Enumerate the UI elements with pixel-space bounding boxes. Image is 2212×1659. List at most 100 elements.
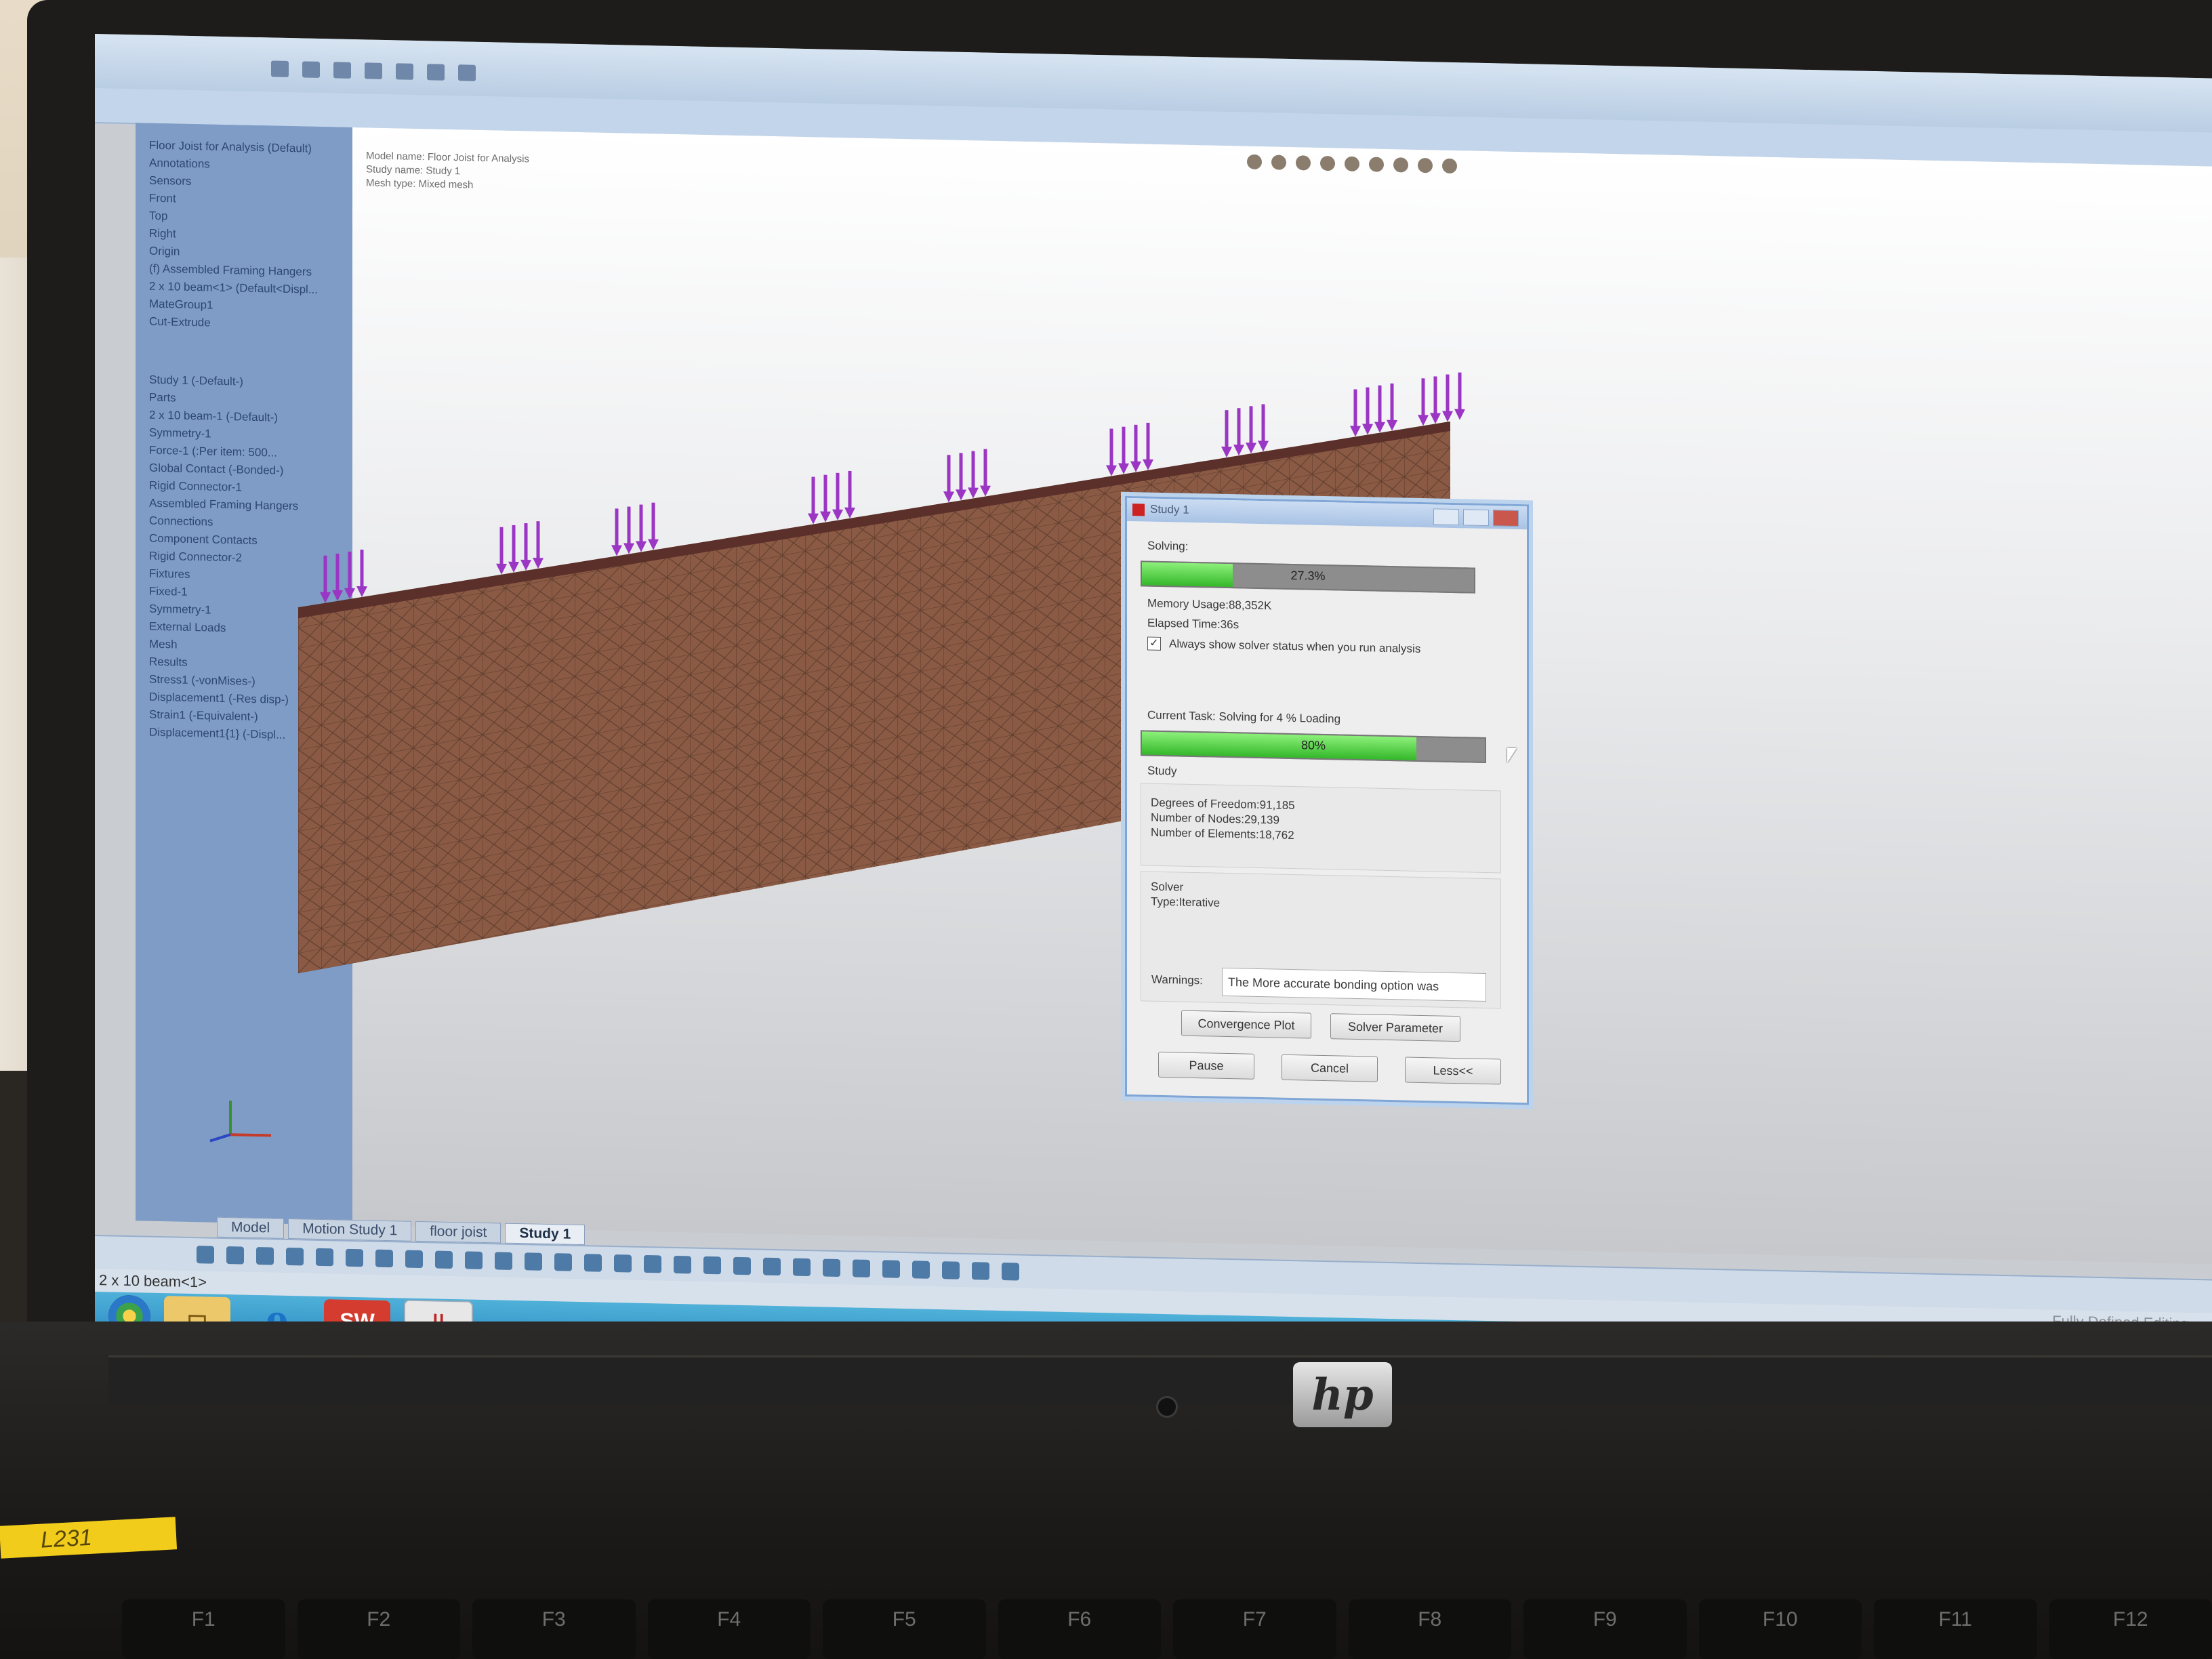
zoom-area-icon[interactable]: [1271, 155, 1286, 170]
maximize-icon[interactable]: [1463, 509, 1489, 527]
study-section-label: Study: [1147, 764, 1177, 778]
toolbar-tool-icon[interactable]: [972, 1262, 989, 1280]
open-icon[interactable]: [302, 61, 320, 78]
solver-parameter-button[interactable]: Solver Parameter: [1330, 1013, 1460, 1042]
warnings-field[interactable]: The More accurate bonding option was: [1222, 967, 1486, 1002]
degrees-of-freedom: Degrees of Freedom:91,185: [1151, 796, 1295, 813]
toolbar-tool-icon[interactable]: [346, 1248, 363, 1267]
toolbar-tool-icon[interactable]: [1002, 1263, 1019, 1281]
load-arrow-head: [1143, 459, 1153, 470]
tab-floor-joist[interactable]: floor joist: [415, 1221, 501, 1244]
display-style-icon[interactable]: [1369, 157, 1384, 172]
tab-study-1[interactable]: Study 1: [505, 1223, 586, 1246]
load-arrow-head: [1387, 419, 1397, 431]
load-arrow-head: [1362, 424, 1373, 435]
toolbar-tool-icon[interactable]: [823, 1258, 840, 1277]
toolbar-tool-icon[interactable]: [197, 1246, 214, 1264]
toolbar-tool-icon[interactable]: [465, 1251, 483, 1269]
function-key: F2: [297, 1599, 460, 1659]
function-key: F4: [647, 1599, 811, 1659]
minimize-icon[interactable]: [1433, 508, 1459, 526]
zoom-fit-icon[interactable]: [1247, 154, 1262, 170]
solving-progress-bar: 27.3%: [1141, 560, 1475, 594]
view-orientation-icon[interactable]: [1345, 156, 1359, 172]
toolbar-tool-icon[interactable]: [584, 1254, 602, 1272]
rebuild-icon[interactable]: [427, 64, 445, 81]
function-key: F8: [1348, 1599, 1511, 1659]
toolbar-tool-icon[interactable]: [405, 1250, 423, 1269]
current-task: Current Task: Solving for 4 % Loading: [1147, 708, 1341, 726]
load-arrow-head: [1418, 415, 1429, 426]
toolbar-tool-icon[interactable]: [525, 1252, 542, 1271]
toolbar-tool-icon[interactable]: [942, 1261, 960, 1279]
toolbar-tool-icon[interactable]: [853, 1259, 870, 1277]
always-show-checkbox[interactable]: ✓: [1147, 636, 1161, 651]
toolbar-tool-icon[interactable]: [614, 1254, 632, 1273]
save-icon[interactable]: [333, 62, 351, 79]
load-arrow-head: [1130, 461, 1141, 472]
hide-show-icon[interactable]: [1393, 157, 1408, 173]
less-button[interactable]: Less<<: [1405, 1057, 1501, 1085]
function-key: F11: [1874, 1599, 2037, 1659]
load-arrow-head: [808, 513, 819, 525]
toolbar-tool-icon[interactable]: [256, 1246, 274, 1265]
load-arrow-head: [820, 511, 831, 523]
webcam-led: [1156, 1396, 1178, 1418]
toolbar-tool-icon[interactable]: [435, 1250, 453, 1269]
tab-model[interactable]: Model: [217, 1216, 285, 1239]
toolbar-tool-icon[interactable]: [763, 1257, 781, 1276]
function-key: F3: [472, 1599, 636, 1659]
solver-type: Type:Iterative: [1151, 895, 1221, 909]
always-show-label: Always show solver status when you run a…: [1169, 637, 1421, 655]
appearance-icon[interactable]: [1418, 157, 1433, 173]
toolbar-tool-icon[interactable]: [912, 1261, 930, 1279]
simulation-icon: [1132, 504, 1145, 516]
print-icon[interactable]: [365, 62, 382, 79]
toolbar-tool-icon[interactable]: [882, 1260, 900, 1278]
previous-view-icon[interactable]: [1296, 155, 1311, 171]
toolbar-tool-icon[interactable]: [286, 1247, 304, 1266]
load-arrow-head: [611, 545, 622, 556]
dialog-title: Study 1: [1150, 502, 1189, 516]
load-arrow-head: [496, 563, 507, 575]
toolbar-tool-icon[interactable]: [375, 1249, 393, 1268]
solver-status-dialog[interactable]: Study 1 Solving: 27.3% Memory Usage:88,3…: [1125, 495, 1529, 1105]
function-key: F12: [2049, 1599, 2212, 1659]
load-arrow-head: [968, 487, 979, 499]
new-icon[interactable]: [271, 60, 289, 77]
load-arrow-head: [332, 590, 343, 601]
load-arrow-head: [844, 507, 855, 518]
toolbar-tool-icon[interactable]: [703, 1256, 721, 1275]
undo-icon[interactable]: [396, 63, 413, 80]
cancel-button[interactable]: Cancel: [1282, 1054, 1378, 1082]
function-key: F7: [1173, 1599, 1336, 1659]
toolbar-tool-icon[interactable]: [554, 1253, 572, 1271]
toolbar-tool-icon[interactable]: [733, 1256, 751, 1275]
toolbar-tool-icon[interactable]: [644, 1254, 661, 1273]
toolbar-tool-icon[interactable]: [674, 1255, 691, 1274]
dialog-titlebar[interactable]: Study 1: [1127, 497, 1527, 530]
convergence-plot-button[interactable]: Convergence Plot: [1181, 1010, 1311, 1039]
toolbar-tool-icon[interactable]: [316, 1248, 333, 1267]
model-info: Model name: Floor Joist for Analysis Stu…: [366, 149, 529, 193]
load-arrow-head: [623, 543, 634, 554]
number-of-elements: Number of Elements:18,762: [1151, 825, 1294, 842]
load-arrow-head: [1430, 413, 1441, 424]
tab-motion-study[interactable]: Motion Study 1: [288, 1218, 412, 1242]
toolbar-tool-icon[interactable]: [495, 1252, 512, 1270]
scene-icon[interactable]: [1442, 158, 1457, 174]
load-arrow-head: [320, 592, 331, 603]
toolbar-tool-icon[interactable]: [226, 1246, 244, 1265]
function-key: F9: [1523, 1599, 1687, 1659]
pause-button[interactable]: Pause: [1158, 1051, 1254, 1080]
load-arrow-head: [648, 539, 659, 550]
load-arrow-head: [943, 491, 954, 503]
options-icon[interactable]: [458, 64, 476, 81]
section-view-icon[interactable]: [1320, 155, 1335, 171]
toolbar-tool-icon[interactable]: [793, 1258, 811, 1277]
load-arrow-head: [520, 559, 531, 571]
close-icon[interactable]: [1493, 510, 1519, 527]
function-key: F10: [1698, 1599, 1862, 1659]
load-arrow-head: [356, 586, 367, 598]
mouse-cursor-icon: [1507, 747, 1517, 763]
